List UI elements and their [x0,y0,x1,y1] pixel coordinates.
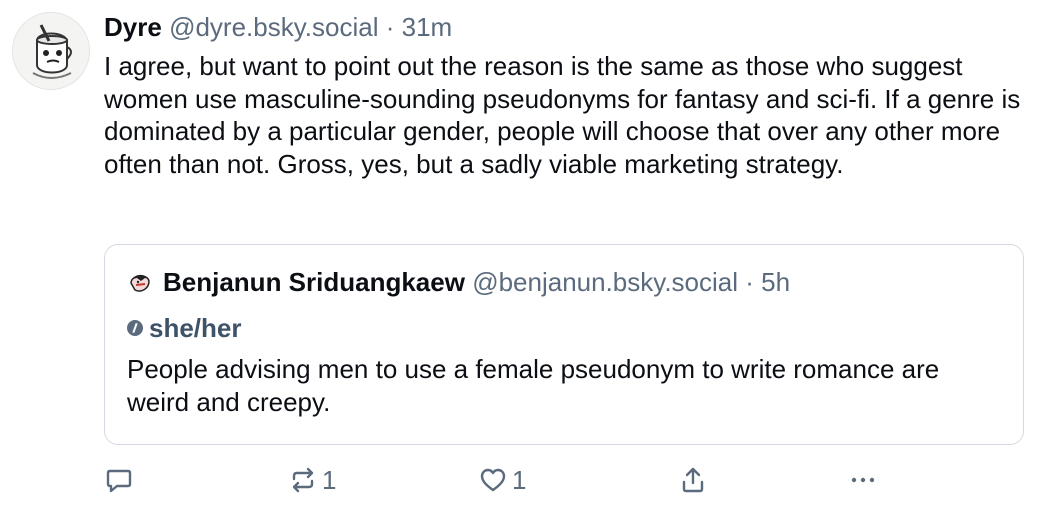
avatar-illustration [13,13,89,89]
ellipsis-icon [851,477,875,483]
quote-header: Benjanun Sriduangkaew @benjanun.bsky.soc… [127,265,790,299]
post: Dyre @dyre.bsky.social · 31m I agree, bu… [104,10,1024,180]
like-button[interactable]: 1 [478,462,526,498]
header-separator: · [385,12,395,42]
more-options-button[interactable] [848,462,878,498]
quote-avatar-illustration [127,269,153,295]
pronoun-label: she/her [127,311,242,345]
speech-bubble-icon [106,469,132,493]
repost-count: 1 [322,464,337,495]
author-avatar[interactable] [12,12,90,90]
quote-author-handle: @benjanun.bsky.social [472,267,739,297]
author-handle[interactable]: @dyre.bsky.social [169,12,378,42]
pronoun-icon [127,320,143,336]
post-time[interactable]: 31m [402,12,453,42]
quote-author-name: Benjanun Sriduangkaew [163,267,465,297]
post-text: I agree, but want to point out the reaso… [104,51,1021,179]
post-header: Dyre @dyre.bsky.social · 31m [104,10,1024,44]
share-icon [682,467,704,493]
quote-author-avatar[interactable] [127,269,153,295]
repost-icon [292,467,314,493]
reply-button[interactable] [104,462,134,498]
share-button[interactable] [678,462,708,498]
quote-text: People advising men to use a female pseu… [127,354,940,417]
repost-button[interactable]: 1 [288,462,336,498]
author-name[interactable]: Dyre [104,12,162,42]
pronoun-text: she/her [149,313,242,343]
like-count: 1 [512,464,527,495]
action-bar: 1 1 [104,462,1024,498]
heart-icon [480,468,506,492]
quoted-post[interactable]: Benjanun Sriduangkaew @benjanun.bsky.soc… [104,244,1024,445]
quote-time: 5h [761,267,791,297]
quote-header-separator: · [745,267,754,297]
